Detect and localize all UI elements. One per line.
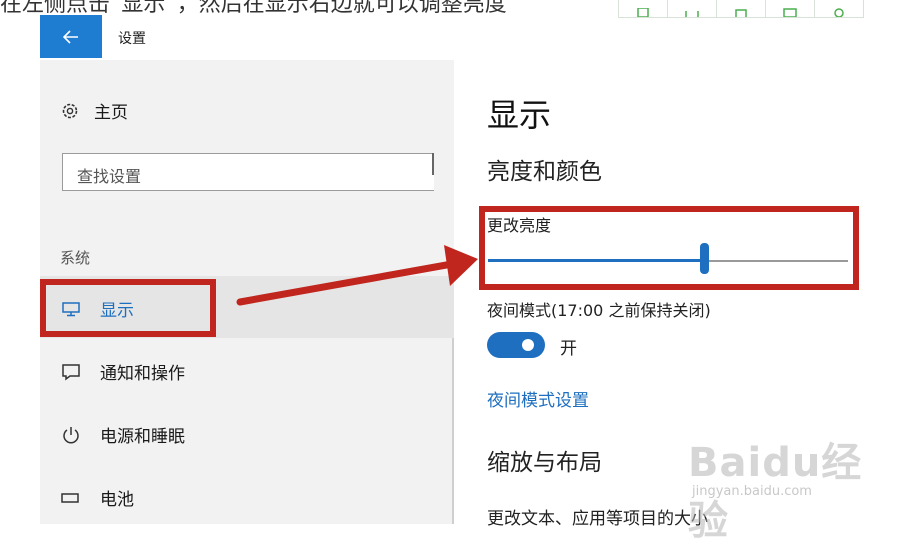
watermark-url: jingyan.baidu.com xyxy=(692,484,812,499)
